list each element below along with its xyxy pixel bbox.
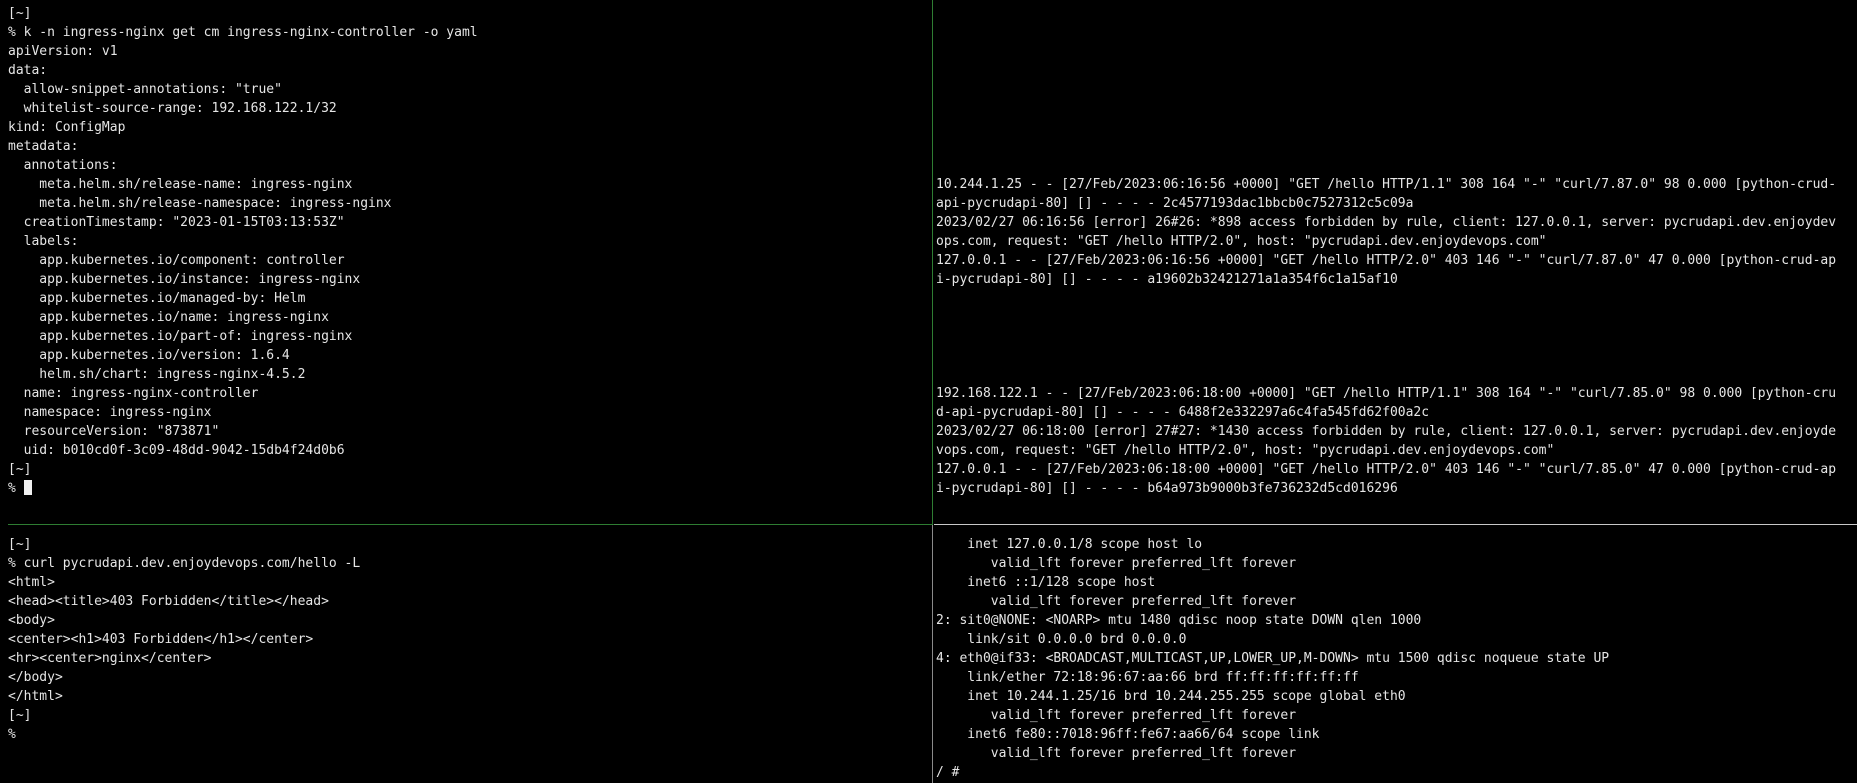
horizontal-pane-divider-left[interactable] <box>8 524 932 525</box>
terminal-line: meta.helm.sh/release-name: ingress-nginx <box>8 177 353 192</box>
terminal-line: namespace: ingress-nginx <box>8 405 212 420</box>
terminal-line: whitelist-source-range: 192.168.122.1/32 <box>8 101 337 116</box>
terminal-line: kind: ConfigMap <box>8 120 126 135</box>
ingress-log-block-2: 192.168.122.1 - - [27/Feb/2023:06:18:00 … <box>936 386 1837 496</box>
configmap-yaml-output: [~] % k -n ingress-nginx get cm ingress-… <box>8 4 932 479</box>
terminal-line: resourceVersion: "873871" <box>8 424 220 439</box>
terminal-line: app.kubernetes.io/managed-by: Helm <box>8 291 306 306</box>
terminal-line: app.kubernetes.io/version: 1.6.4 <box>8 348 290 363</box>
terminal-line: creationTimestamp: "2023-01-15T03:13:53Z… <box>8 215 345 230</box>
terminal-pane-bottom-left[interactable]: [~] % curl pycrudapi.dev.enjoydevops.com… <box>0 525 932 783</box>
terminal-line: % k -n ingress-nginx get cm ingress-ngin… <box>8 25 478 40</box>
vertical-pane-divider-lower[interactable] <box>932 525 933 783</box>
terminal-line: app.kubernetes.io/instance: ingress-ngin… <box>8 272 361 287</box>
curl-output: [~] % curl pycrudapi.dev.enjoydevops.com… <box>8 537 361 742</box>
terminal-line: app.kubernetes.io/part-of: ingress-nginx <box>8 329 353 344</box>
terminal-line: [~] <box>8 462 32 477</box>
terminal-line: meta.helm.sh/release-namespace: ingress-… <box>8 196 392 211</box>
log-gap <box>936 289 1857 384</box>
terminal-line: name: ingress-nginx-controller <box>8 386 259 401</box>
terminal-pane-bottom-right[interactable]: inet 127.0.0.1/8 scope host lo valid_lft… <box>934 525 1857 783</box>
log-blank-area <box>936 4 1857 175</box>
terminal-line: metadata: <box>8 139 79 154</box>
terminal-line: app.kubernetes.io/name: ingress-nginx <box>8 310 329 325</box>
terminal-line: uid: b010cd0f-3c09-48dd-9042-15db4f24d0b… <box>8 443 345 458</box>
terminal-pane-top-right[interactable]: 10.244.1.25 - - [27/Feb/2023:06:16:56 +0… <box>934 0 1857 523</box>
terminal-line: app.kubernetes.io/component: controller <box>8 253 345 268</box>
terminal-line: labels: <box>8 234 79 249</box>
terminal-line: apiVersion: v1 <box>8 44 118 59</box>
prompt-text: % <box>8 481 24 496</box>
horizontal-pane-divider-right[interactable] <box>934 524 1857 525</box>
terminal-line: helm.sh/chart: ingress-nginx-4.5.2 <box>8 367 306 382</box>
terminal-pane-top-left[interactable]: [~] % k -n ingress-nginx get cm ingress-… <box>0 0 932 523</box>
shell-prompt-line[interactable]: % <box>8 479 932 498</box>
terminal-line: [~] <box>8 6 32 21</box>
ip-addr-output: inet 127.0.0.1/8 scope host lo valid_lft… <box>936 537 1610 780</box>
terminal-line: annotations: <box>8 158 118 173</box>
terminal-cursor <box>23 480 32 495</box>
terminal-line: data: <box>8 63 48 78</box>
ingress-log-block-1: 10.244.1.25 - - [27/Feb/2023:06:16:56 +0… <box>936 177 1837 287</box>
terminal-line: allow-snippet-annotations: "true" <box>8 82 282 97</box>
